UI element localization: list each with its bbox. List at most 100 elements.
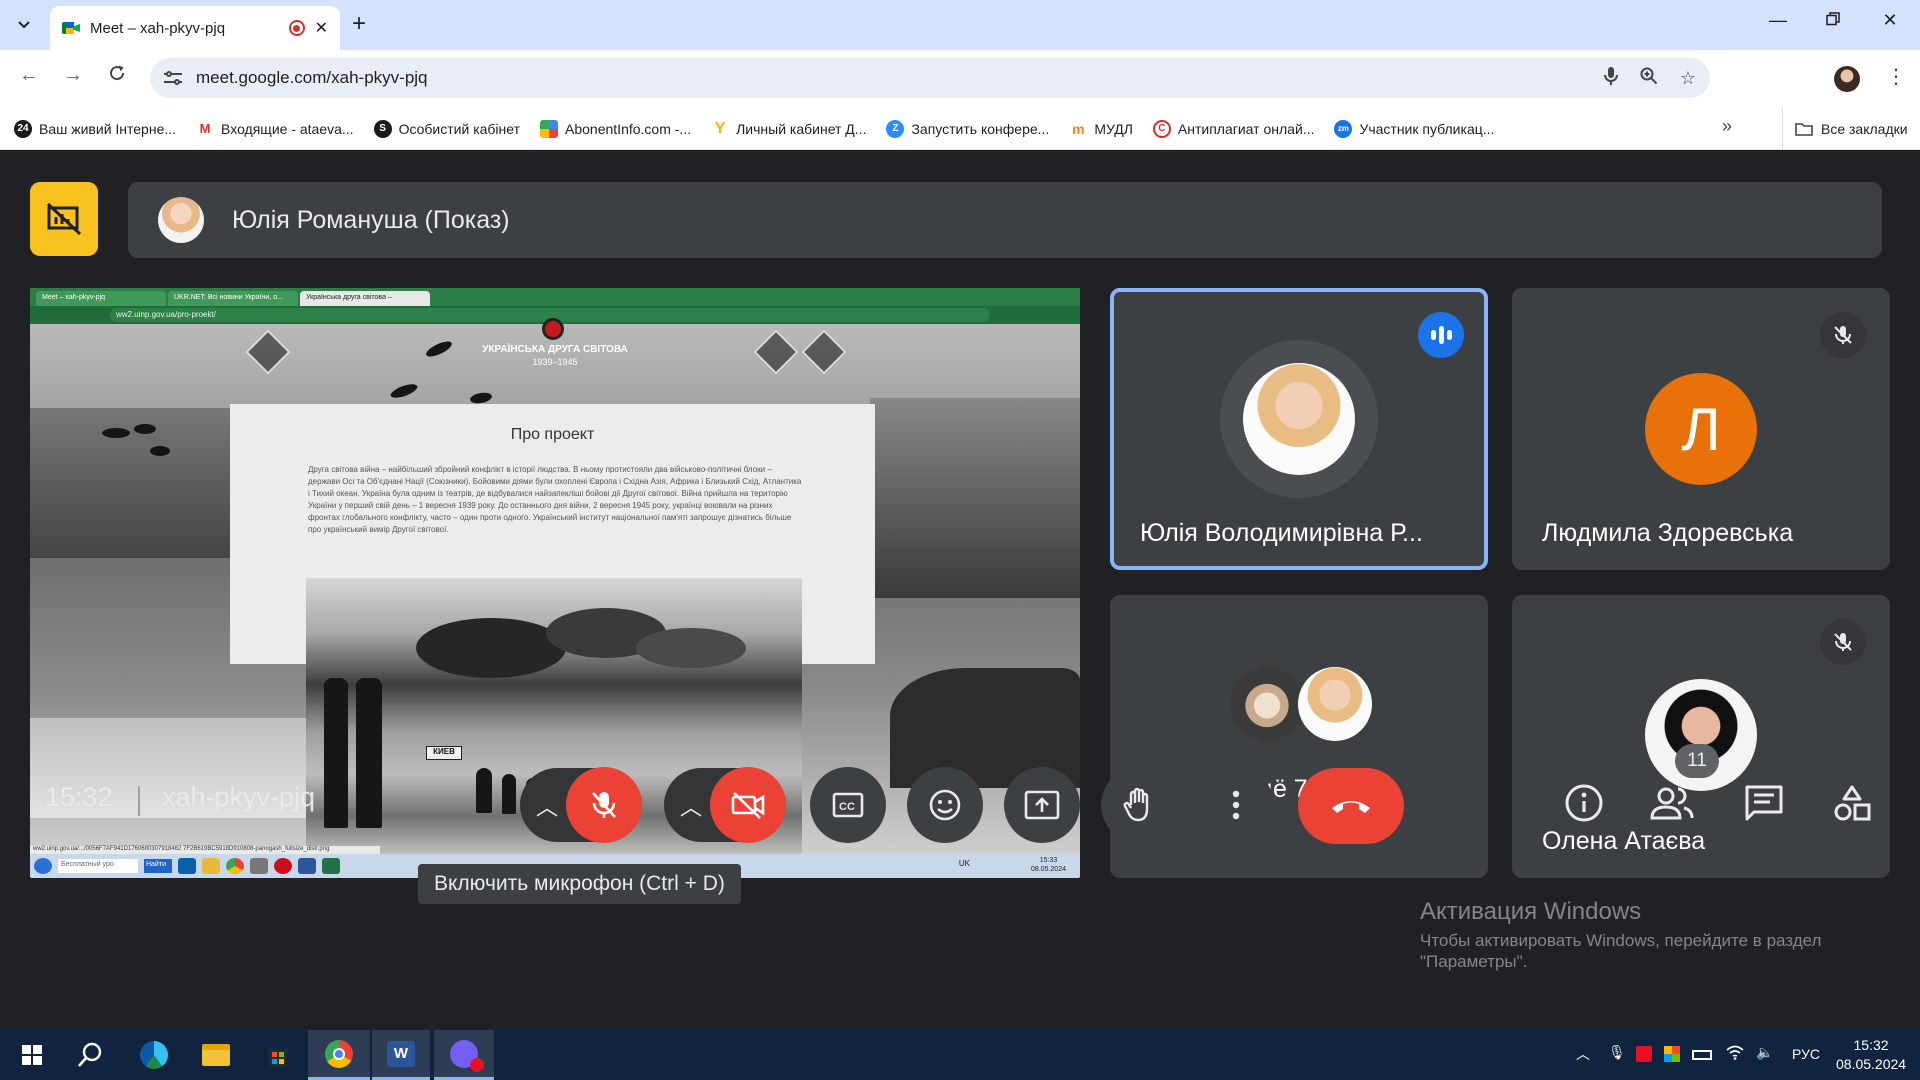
- more-participants-tile[interactable]: Ещё 7 чел.: [1110, 595, 1488, 878]
- shared-search-field: Бесплатный уро: [58, 859, 138, 873]
- volume-icon[interactable]: 🔈: [1756, 1044, 1773, 1061]
- bookmark-item[interactable]: Y Личный кабинет Д...: [711, 120, 867, 138]
- zoom-icon[interactable]: [1640, 67, 1658, 90]
- microphone-icon[interactable]: [1603, 66, 1618, 91]
- file-explorer-icon[interactable]: [188, 1030, 244, 1080]
- chrome-taskbar-icon[interactable]: [308, 1030, 370, 1080]
- edge-icon[interactable]: [126, 1030, 182, 1080]
- reload-icon[interactable]: [102, 64, 132, 88]
- shared-card-title: Про проект: [510, 426, 595, 443]
- kiev-sign: КИЕВ: [426, 746, 462, 760]
- profile-avatar[interactable]: [1834, 66, 1860, 92]
- taskbar-time: 15:32: [1853, 1037, 1889, 1053]
- bookmark-item[interactable]: 24 Ваш живий Інтерне...: [14, 119, 176, 138]
- bookmark-star-icon[interactable]: ☆: [1680, 68, 1696, 89]
- moodle-icon: m: [1072, 120, 1085, 137]
- browser-tab-meet[interactable]: Meet – xah-pkyv-pjq ✕: [50, 6, 340, 50]
- bookmark-item[interactable]: M Входящие - ataeva...: [196, 119, 354, 138]
- microsoft-store-icon[interactable]: [250, 1030, 306, 1080]
- browser-tab-strip: Meet – xah-pkyv-pjq ✕ + — ✕: [0, 0, 1920, 50]
- taskbar-date: 08.05.2024: [1836, 1056, 1907, 1072]
- word-taskbar-icon[interactable]: W: [372, 1030, 430, 1080]
- new-tab-button[interactable]: +: [352, 10, 366, 38]
- people-button[interactable]: [1644, 775, 1700, 831]
- tray-microphone-icon[interactable]: 🎙: [1608, 1044, 1626, 1061]
- shared-app-icon: [178, 858, 196, 874]
- bookmark-item[interactable]: AbonentInfo.com -...: [540, 119, 692, 138]
- browser-menu-icon[interactable]: ⋮: [1886, 64, 1906, 89]
- presenter-label: Юлія Романуша (Показ): [232, 205, 510, 234]
- bookmark-label: Личный кабинет Д...: [736, 120, 867, 137]
- bookmark-item[interactable]: m МУДЛ: [1069, 120, 1133, 138]
- shared-clock-time: 15:33: [1039, 857, 1058, 864]
- google-meet-icon: [62, 20, 80, 36]
- audio-options-group: ︿: [520, 767, 642, 843]
- bookmark-item[interactable]: C Антиплагиат онлай...: [1152, 119, 1314, 138]
- info-icon: [1565, 784, 1603, 822]
- audio-options-chevron-icon[interactable]: ︿: [536, 790, 558, 822]
- battery-icon[interactable]: [1692, 1050, 1712, 1060]
- tray-app-icon[interactable]: [1636, 1046, 1652, 1062]
- taskbar-clock[interactable]: 15:32 08.05.2024: [1836, 1036, 1906, 1074]
- captions-button[interactable]: CC: [810, 767, 886, 843]
- mic-tooltip: Включить микрофон (Ctrl + D): [418, 864, 741, 904]
- shared-photo-ship-right: [870, 398, 1080, 598]
- meet-stage: Юлія Романуша (Показ) Meet – xah-pkyv-pj…: [0, 150, 1920, 1030]
- call-end-icon: [1332, 801, 1370, 813]
- participant-tile-speaking[interactable]: Юлія Володимирівна Р...: [1110, 288, 1488, 570]
- camera-toggle-button[interactable]: [710, 767, 786, 843]
- stop-presenting-button[interactable]: [30, 182, 98, 256]
- taskbar-search-icon[interactable]: [62, 1030, 118, 1080]
- poppy-logo-icon: [542, 318, 564, 340]
- tray-ms-icon[interactable]: [1664, 1046, 1680, 1062]
- more-options-button[interactable]: [1198, 767, 1274, 843]
- meeting-time: 15:32: [45, 782, 113, 812]
- present-now-button[interactable]: [1004, 767, 1080, 843]
- shared-excel-icon: [322, 858, 340, 874]
- forward-arrow-icon[interactable]: →: [58, 64, 88, 87]
- participant-tile[interactable]: Л Людмила Здоревська: [1512, 288, 1890, 570]
- chat-button[interactable]: [1736, 775, 1792, 831]
- bookmark-item[interactable]: Z Запустить конфере...: [886, 119, 1050, 138]
- activation-title: Активация Windows: [1420, 898, 1642, 925]
- participant-tile[interactable]: Олена Атаєва: [1512, 595, 1890, 878]
- windows-taskbar: W ︿ 🎙 🔈 РУС 15:32 08.05.2024: [0, 1030, 1920, 1080]
- bookmark-label: МУДЛ: [1094, 120, 1133, 137]
- windows-start-icon[interactable]: [4, 1030, 60, 1080]
- restore-window-icon[interactable]: [1813, 10, 1853, 31]
- minimize-window-icon[interactable]: —: [1758, 10, 1798, 31]
- all-bookmarks-button[interactable]: Все закладки: [1782, 108, 1908, 150]
- all-bookmarks-label: Все закладки: [1821, 121, 1908, 137]
- bookmark-label: Запустить конфере...: [911, 120, 1050, 137]
- back-arrow-icon[interactable]: ←: [14, 64, 44, 87]
- close-window-icon[interactable]: ✕: [1870, 10, 1910, 31]
- shared-tab: UKR.NET: Всі новини України, о...: [168, 291, 298, 306]
- close-tab-icon[interactable]: ✕: [315, 18, 328, 38]
- video-options-chevron-icon[interactable]: ︿: [680, 790, 702, 822]
- wifi-icon[interactable]: [1726, 1044, 1744, 1063]
- more-bookmarks-chevron-icon[interactable]: »: [1722, 116, 1732, 137]
- tray-overflow-chevron-icon[interactable]: ︿: [1576, 1044, 1590, 1064]
- leave-call-button[interactable]: [1298, 768, 1404, 844]
- bookmark-item[interactable]: S Особистий кабінет: [373, 119, 520, 138]
- shared-clock-date: 08.05.2024: [1030, 866, 1066, 873]
- raise-hand-button[interactable]: [1101, 767, 1177, 843]
- bookmark-item[interactable]: zm Участник публикац...: [1334, 119, 1494, 138]
- activities-button[interactable]: [1824, 775, 1880, 831]
- keyboard-language[interactable]: РУС: [1792, 1046, 1820, 1062]
- site-info-icon[interactable]: [164, 71, 182, 85]
- speaking-indicator-icon: [1418, 312, 1464, 358]
- tab-search-chevron-icon[interactable]: [10, 11, 38, 39]
- bookmark-label: AbonentInfo.com -...: [565, 120, 692, 137]
- meeting-details-button[interactable]: [1556, 775, 1612, 831]
- reactions-button[interactable]: [907, 767, 983, 843]
- emoji-icon: [929, 789, 961, 821]
- participant-name: Олена Атаєва: [1542, 827, 1706, 855]
- shared-logo-years: 1939–1945: [532, 357, 578, 367]
- viber-taskbar-icon[interactable]: [434, 1030, 494, 1080]
- zoom-favicon-icon: Z: [886, 119, 905, 138]
- shared-tab: Meet – xah-pkyv-pjq: [36, 291, 166, 306]
- participant-name: Людмила Здоревська: [1542, 519, 1794, 547]
- address-bar[interactable]: meet.google.com/xah-pkyv-pjq ☆: [150, 58, 1710, 98]
- microphone-toggle-button[interactable]: [566, 767, 642, 843]
